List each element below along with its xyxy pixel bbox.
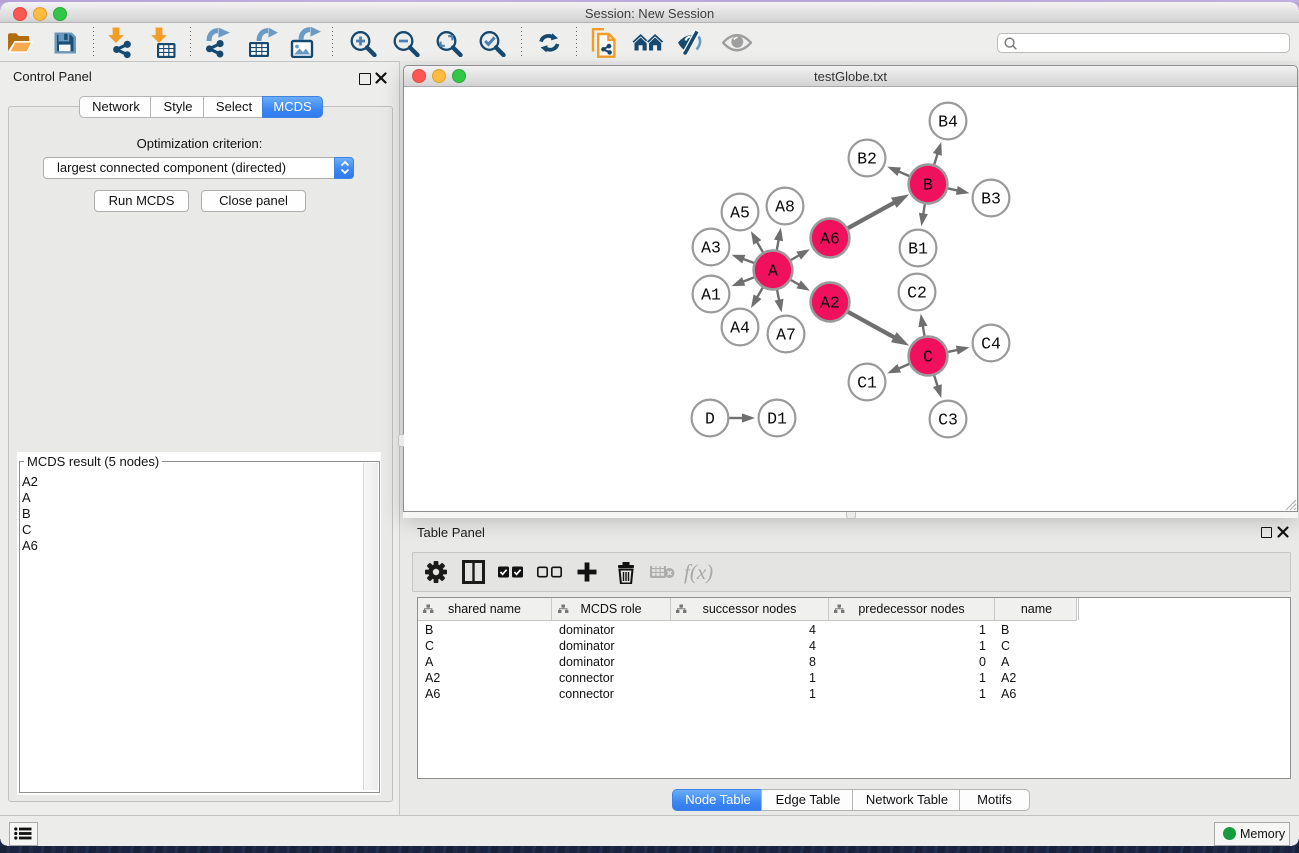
svg-text:A1: A1 — [701, 286, 721, 305]
svg-text:C3: C3 — [938, 411, 958, 430]
svg-text:C: C — [923, 348, 933, 367]
svg-text:B2: B2 — [857, 150, 877, 169]
svg-text:D1: D1 — [767, 410, 787, 429]
svg-text:A4: A4 — [730, 319, 750, 338]
svg-text:D: D — [705, 410, 715, 429]
svg-text:A5: A5 — [730, 204, 750, 223]
svg-text:B1: B1 — [908, 240, 928, 259]
svg-text:A3: A3 — [701, 239, 721, 258]
svg-text:C1: C1 — [857, 374, 877, 393]
svg-text:A7: A7 — [776, 326, 796, 345]
svg-text:A: A — [768, 262, 778, 281]
svg-text:B3: B3 — [981, 190, 1001, 209]
svg-text:A2: A2 — [820, 294, 840, 313]
svg-text:A6: A6 — [820, 230, 840, 249]
svg-text:B4: B4 — [938, 113, 958, 132]
svg-text:C4: C4 — [981, 335, 1001, 354]
svg-text:A8: A8 — [775, 198, 795, 217]
svg-text:C2: C2 — [907, 284, 927, 303]
svg-text:B: B — [923, 176, 933, 195]
